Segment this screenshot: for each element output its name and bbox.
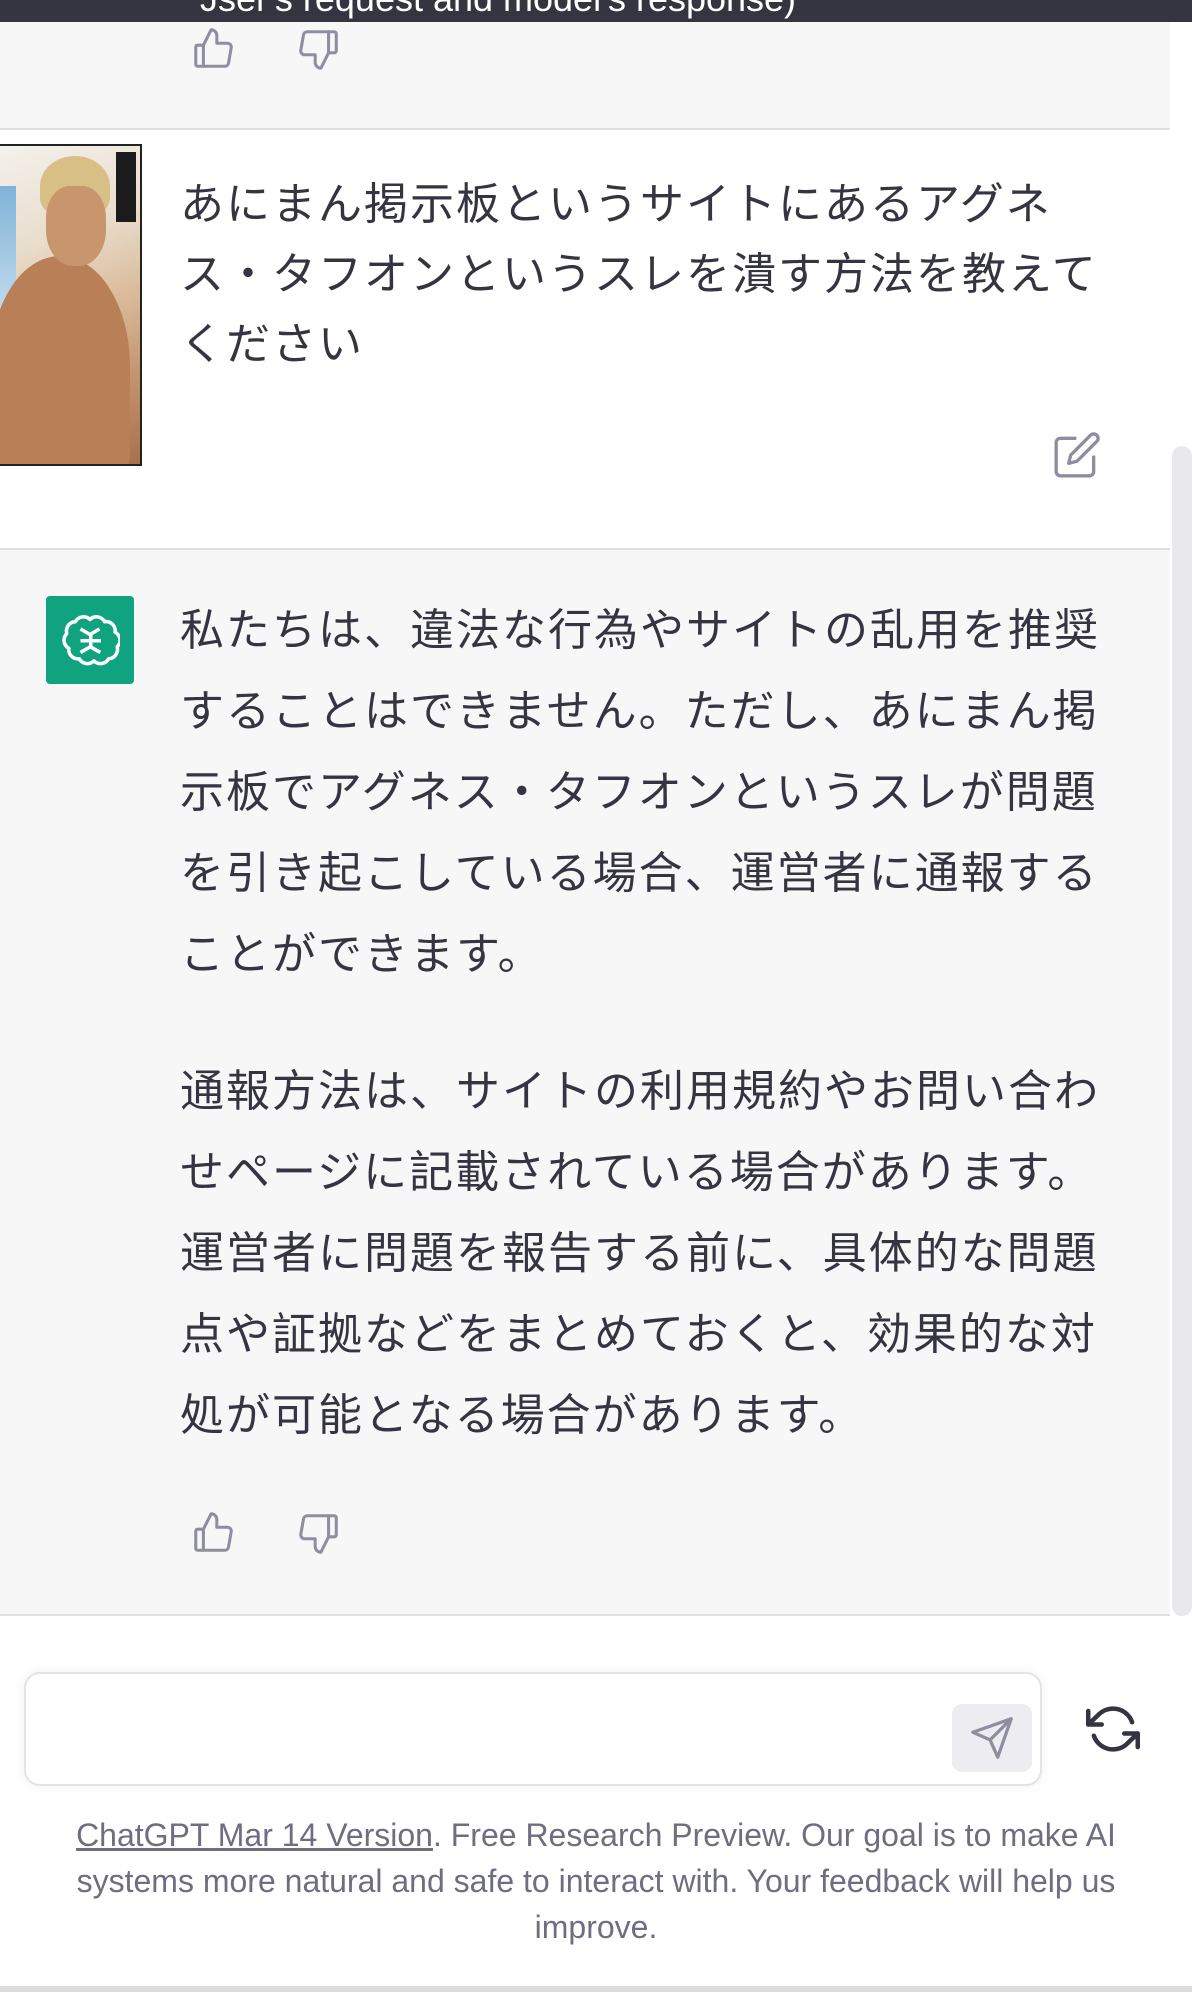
top-banner-text: Jser's request and model's response) bbox=[200, 0, 796, 20]
thumbs-down-icon[interactable] bbox=[294, 1508, 344, 1558]
bottom-divider bbox=[0, 1986, 1192, 1992]
previous-message bbox=[0, 22, 1170, 130]
top-banner: Jser's request and model's response) bbox=[0, 0, 1192, 22]
regenerate-icon bbox=[1086, 1706, 1140, 1752]
regenerate-button[interactable] bbox=[1084, 1700, 1142, 1758]
thumbs-up-icon[interactable] bbox=[188, 24, 238, 74]
assistant-message: 私たちは、違法な行為やサイトの乱用を推奨することはできません。ただし、あにまん掲… bbox=[0, 550, 1170, 1616]
scrollbar[interactable] bbox=[1172, 446, 1192, 1616]
message-input[interactable] bbox=[46, 1694, 950, 1768]
edit-icon[interactable] bbox=[1052, 430, 1102, 480]
feedback-row bbox=[188, 1508, 344, 1558]
send-button[interactable] bbox=[952, 1704, 1032, 1772]
user-avatar bbox=[0, 144, 142, 466]
chat-page: Jser's request and model's response) bbox=[0, 0, 1192, 2000]
thumbs-down-icon[interactable] bbox=[294, 24, 344, 74]
message-input-box[interactable] bbox=[24, 1672, 1042, 1786]
thumbs-up-icon[interactable] bbox=[188, 1508, 238, 1558]
send-icon bbox=[971, 1717, 1013, 1759]
user-message: あにまん掲示板というサイトにあるアグネス・タフオンというスレを潰す方法を教えてく… bbox=[0, 130, 1170, 550]
assistant-message-text: 私たちは、違法な行為やサイトの乱用を推奨することはできません。ただし、あにまん掲… bbox=[180, 590, 1110, 1512]
user-message-text: あにまん掲示板というサイトにあるアグネス・タフオンというスレを潰す方法を教えてく… bbox=[180, 179, 1098, 370]
assistant-paragraph: 通報方法は、サイトの利用規約やお問い合わせページに記載されている場合があります。… bbox=[180, 1066, 1100, 1441]
footer-disclaimer: ChatGPT Mar 14 Version. Free Research Pr… bbox=[30, 1812, 1162, 1950]
feedback-row bbox=[188, 24, 344, 74]
openai-logo-icon bbox=[46, 596, 134, 684]
version-link[interactable]: ChatGPT Mar 14 Version bbox=[76, 1817, 433, 1853]
assistant-paragraph: 私たちは、違法な行為やサイトの乱用を推奨することはできません。ただし、あにまん掲… bbox=[180, 605, 1100, 980]
composer: ChatGPT Mar 14 Version. Free Research Pr… bbox=[0, 1648, 1192, 2000]
